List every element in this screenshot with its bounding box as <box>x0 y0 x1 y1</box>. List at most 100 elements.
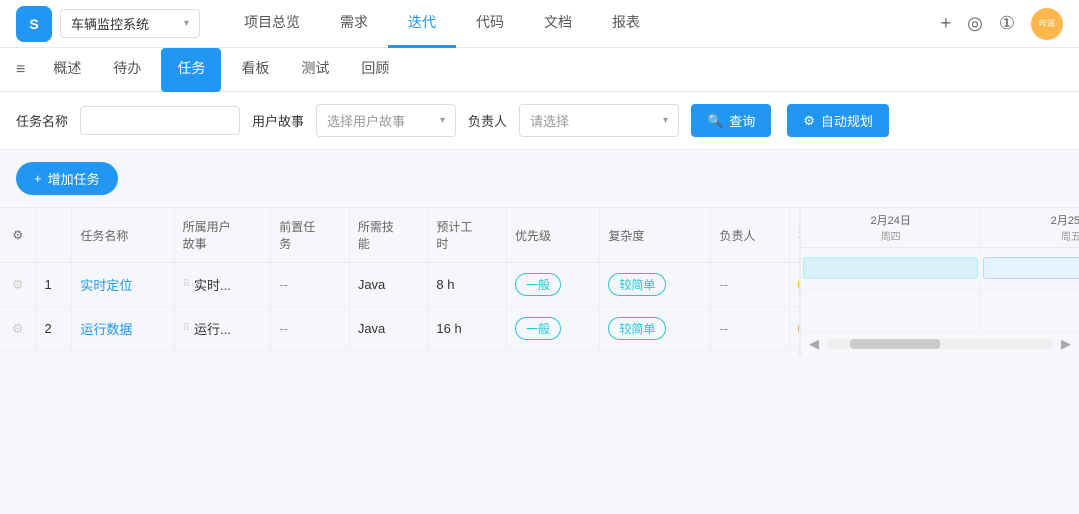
row-num: 2 <box>36 307 72 351</box>
settings-col-header[interactable]: ⚙ <box>0 208 36 263</box>
sub-link-task[interactable]: 任务 <box>161 48 221 92</box>
col-header-assignee: 负责人 <box>711 208 790 263</box>
col-header-prereq: 前置任务 <box>271 208 350 263</box>
task-name-input[interactable] <box>80 106 240 135</box>
gantt-cell <box>801 248 981 290</box>
row-name: 运行数据 <box>72 307 174 351</box>
row-status: 未开始 <box>790 307 799 351</box>
nav-link-overview[interactable]: 项目总览 <box>224 0 320 48</box>
gantt-cell <box>801 290 981 332</box>
drag-handle-icon: ⠿ <box>183 279 190 290</box>
sub-link-overview[interactable]: 概述 <box>37 48 97 92</box>
task-link[interactable]: 实时定位 <box>80 278 132 293</box>
sub-link-kanban[interactable]: 看板 <box>225 48 285 92</box>
assignee-placeholder: 请选择 <box>530 111 569 130</box>
gantt-scrollbar[interactable] <box>827 339 1053 349</box>
row-name: 实时定位 <box>72 263 174 307</box>
assignee-label: 负责人 <box>468 111 507 130</box>
row-complexity: 较简单 <box>600 263 711 307</box>
target-icon[interactable]: ◎ <box>967 13 983 34</box>
task-table-body: ⚙ 1 实时定位 ⠿ 实时... -- Java 8 h 一般 较简单 -- 未… <box>0 263 799 351</box>
row-priority: 一般 <box>506 307 599 351</box>
task-table: ⚙ 任务名称 所属用户故事 前置任务 所需技能 预计工时 <box>0 208 799 351</box>
project-selector[interactable]: 车辆监控系统 ▾ <box>60 9 200 38</box>
sub-nav: ≡ 概述 待办 任务 看板 测试 回顾 <box>0 48 1079 92</box>
col-header-name: 任务名称 <box>72 208 174 263</box>
col-header-userstory: 所属用户故事 <box>174 208 271 263</box>
gantt-date-header: 2月25日周五 <box>981 208 1079 248</box>
gantt-bar <box>983 257 1079 279</box>
gantt-cell <box>981 290 1079 332</box>
filter-bar: 任务名称 用户故事 选择用户故事 ▾ 负责人 请选择 ▾ 🔍 查询 ⚙ 自动规划 <box>0 92 1079 150</box>
nav-link-iteration[interactable]: 迭代 <box>388 0 456 48</box>
gantt-bar <box>803 257 978 279</box>
gantt-scrollbar-thumb <box>850 339 940 349</box>
drag-handle-icon: ⠿ <box>183 323 190 334</box>
main-content: ⚙ 任务名称 所属用户故事 前置任务 所需技能 预计工时 <box>0 208 1079 356</box>
user-story-label: 用户故事 <box>252 111 304 130</box>
user-story-select[interactable]: 选择用户故事 ▾ <box>316 104 456 137</box>
row-prereq: -- <box>271 263 350 307</box>
row-hours: 16 h <box>428 307 507 351</box>
plus-icon: + <box>34 171 42 186</box>
settings-icon[interactable]: ⚙ <box>12 228 23 242</box>
nav-right: + ◎ ① 咔滋 <box>941 8 1063 40</box>
add-task-bar: + 增加任务 <box>0 150 1079 208</box>
nav-link-reports[interactable]: 报表 <box>592 0 660 48</box>
row-settings-cell: ⚙ <box>0 263 36 307</box>
auto-plan-label: 自动规划 <box>821 111 873 130</box>
gantt-row <box>801 248 1079 290</box>
row-userstory: ⠿ 运行... <box>174 307 271 351</box>
row-settings-cell: ⚙ <box>0 307 36 351</box>
gantt-cell <box>981 248 1079 290</box>
logo-text: S <box>29 16 38 32</box>
nav-link-code[interactable]: 代码 <box>456 0 524 48</box>
avatar[interactable]: 咔滋 <box>1031 8 1063 40</box>
gantt-next-button[interactable]: ▶ <box>1061 336 1071 352</box>
task-link[interactable]: 运行数据 <box>80 322 132 337</box>
assignee-chevron-icon: ▾ <box>663 115 668 126</box>
row-priority: 一般 <box>506 263 599 307</box>
assignee-select[interactable]: 请选择 ▾ <box>519 104 679 137</box>
add-task-label: 增加任务 <box>48 169 100 188</box>
gantt-area: 2月24日周四2月25日周五2月26日周六2月27日周日2 ◀ ▶ <box>799 208 1079 356</box>
row-num: 1 <box>36 263 72 307</box>
gantt-header-row: 2月24日周四2月25日周五2月26日周六2月27日周日2 <box>801 208 1079 248</box>
top-nav: S 车辆监控系统 ▾ 项目总览 需求 迭代 代码 文档 报表 + ◎ ① 咔滋 <box>0 0 1079 48</box>
col-header-hours: 预计工时 <box>428 208 507 263</box>
gantt-row <box>801 290 1079 332</box>
task-table-area: ⚙ 任务名称 所属用户故事 前置任务 所需技能 预计工时 <box>0 208 799 356</box>
top-nav-links: 项目总览 需求 迭代 代码 文档 报表 <box>224 0 941 48</box>
gantt-date-header: 2月24日周四 <box>801 208 981 248</box>
logo[interactable]: S <box>16 6 52 42</box>
sub-link-todo[interactable]: 待办 <box>97 48 157 92</box>
row-prereq: -- <box>271 307 350 351</box>
nav-link-requirements[interactable]: 需求 <box>320 0 388 48</box>
menu-icon[interactable]: ≡ <box>16 61 25 79</box>
row-hours: 8 h <box>428 263 507 307</box>
row-assignee: -- <box>711 307 790 351</box>
query-button[interactable]: 🔍 查询 <box>691 104 771 137</box>
col-header-status: 状态 <box>790 208 799 263</box>
gantt-table: 2月24日周四2月25日周五2月26日周六2月27日周日2 <box>801 208 1079 332</box>
row-skills: Java <box>349 307 428 351</box>
add-task-button[interactable]: + 增加任务 <box>16 162 118 195</box>
row-skills: Java <box>349 263 428 307</box>
gantt-prev-button[interactable]: ◀ <box>809 336 819 352</box>
table-row: ⚙ 1 实时定位 ⠿ 实时... -- Java 8 h 一般 较简单 -- 未… <box>0 263 799 307</box>
row-status: 未开始 <box>790 263 799 307</box>
auto-plan-button[interactable]: ⚙ 自动规划 <box>787 104 889 137</box>
sub-link-review[interactable]: 回顾 <box>345 48 405 92</box>
chevron-down-icon: ▾ <box>184 18 189 29</box>
col-header-skills: 所需技能 <box>349 208 428 263</box>
bell-icon[interactable]: ① <box>999 13 1015 34</box>
sub-link-test[interactable]: 测试 <box>285 48 345 92</box>
row-userstory: ⠿ 实时... <box>174 263 271 307</box>
col-header-complexity: 复杂度 <box>600 208 711 263</box>
gear-icon: ⚙ <box>803 113 815 129</box>
plus-icon[interactable]: + <box>941 13 952 34</box>
col-header-priority: 优先级 <box>506 208 599 263</box>
project-name: 车辆监控系统 <box>71 14 149 33</box>
nav-link-docs[interactable]: 文档 <box>524 0 592 48</box>
avatar-text: 咔滋 <box>1039 18 1055 29</box>
